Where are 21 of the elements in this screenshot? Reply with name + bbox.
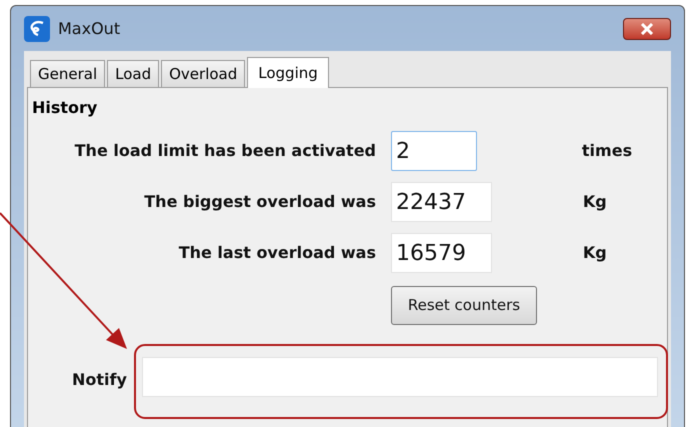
tab[interactable]: Load [107, 60, 160, 87]
group-title: History [32, 100, 98, 116]
unit-label: Kg [582, 191, 608, 213]
tab[interactable]: Logging [247, 57, 329, 88]
value-field[interactable]: 2 [391, 131, 477, 171]
notify-label: Notify [72, 369, 127, 391]
reset-button[interactable]: Reset counters [391, 286, 537, 325]
close-icon [640, 22, 654, 34]
unit-label: Kg [582, 242, 608, 264]
tab[interactable]: General [30, 60, 106, 87]
notify-field[interactable] [142, 357, 658, 397]
field-label: The load limit has been activated [74, 140, 376, 162]
value-field[interactable]: 16579 [391, 233, 492, 273]
field-label: The last overload was [178, 242, 376, 264]
field-label: The biggest overload was [143, 191, 376, 213]
window-title: MaxOut [58, 18, 120, 40]
tab[interactable]: Overload [161, 60, 246, 87]
app-logo-icon [24, 16, 50, 42]
close-button[interactable] [623, 18, 671, 40]
value-field[interactable]: 22437 [391, 182, 492, 222]
unit-label: times [582, 140, 634, 162]
